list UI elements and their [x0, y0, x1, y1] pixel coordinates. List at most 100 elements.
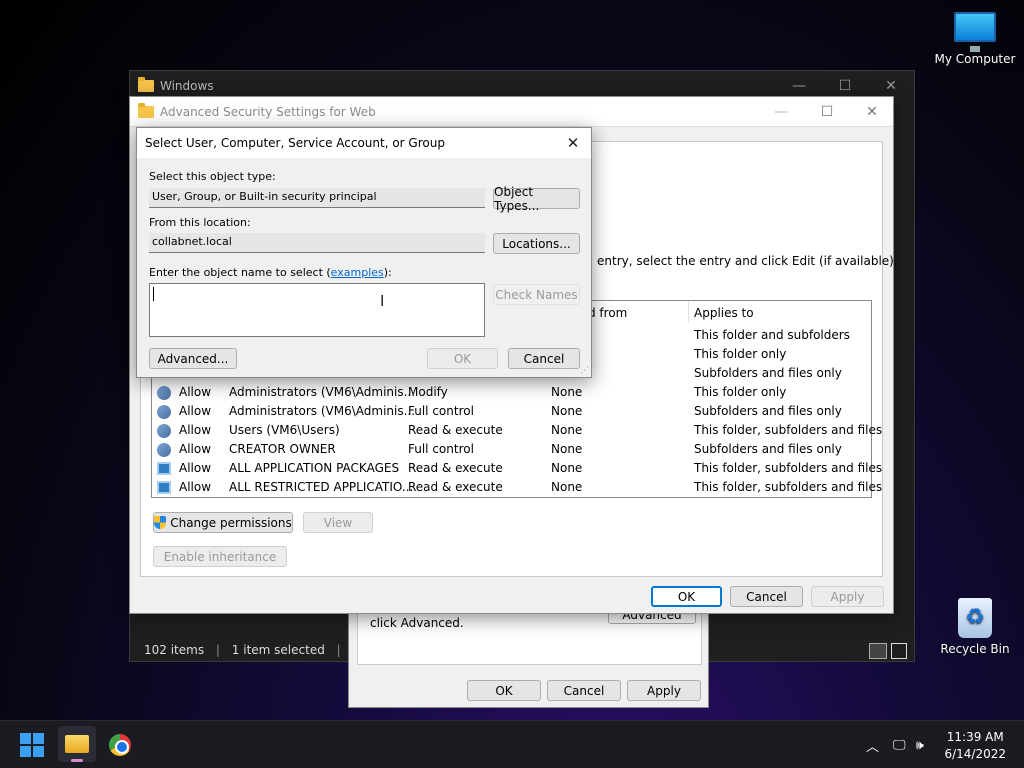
cell-access: Read & execute [408, 480, 503, 494]
properties-dialog: click Advanced. Advanced OK Cancel Apply [348, 604, 709, 708]
monitor-icon [954, 12, 996, 52]
details-view-icon[interactable] [869, 643, 887, 659]
cell-applies-to: This folder and subfolders [694, 328, 850, 342]
properties-advanced-text: click Advanced. [370, 616, 464, 630]
cell-inherited-from: None [551, 461, 583, 475]
user-group-icon [157, 386, 171, 400]
check-names-button[interactable]: Check Names [493, 284, 580, 305]
cell-type: Allow [179, 442, 212, 456]
table-row[interactable]: Allow ALL RESTRICTED APPLICATIO... Read … [152, 478, 882, 497]
text-caret [153, 287, 154, 301]
view-button[interactable]: View [303, 512, 373, 533]
select-dialog-titlebar[interactable]: Select User, Computer, Service Account, … [137, 128, 591, 158]
cell-inherited-from: None [551, 385, 583, 399]
clock-date: 6/14/2022 [944, 747, 1006, 761]
table-row[interactable]: Allow Administrators (VM6\Adminis... Mod… [152, 383, 871, 402]
cell-access: Modify [408, 385, 448, 399]
select-user-dialog: Select User, Computer, Service Account, … [136, 127, 592, 378]
tiles-view-icon[interactable] [891, 643, 907, 659]
cell-principal: CREATOR OWNER [229, 442, 336, 456]
desktop-icon-label: My Computer [934, 52, 1016, 66]
recycle-bin-icon: ♻ [958, 598, 992, 638]
close-button[interactable]: ✕ [555, 128, 591, 158]
location-label: From this location: [149, 216, 251, 229]
object-types-button[interactable]: Object Types... [493, 185, 580, 213]
cell-principal: Administrators (VM6\Adminis... [229, 404, 416, 418]
windows-logo-icon [20, 733, 44, 757]
folder-icon [65, 735, 89, 753]
cell-inherited-from: None [551, 404, 583, 418]
cell-inherited-from: None [551, 442, 583, 456]
taskbar-chrome[interactable] [104, 729, 136, 761]
status-item-count: 102 items [144, 643, 205, 657]
system-tray: ︿ 🖵 🕪 [866, 721, 924, 768]
cell-applies-to: This folder, subfolders and files [694, 480, 883, 494]
start-button[interactable] [16, 729, 48, 761]
change-permissions-button[interactable]: Change permissions [153, 512, 293, 533]
permissions-instruction: entry, select the entry and click Edit (… [597, 254, 898, 268]
examples-link[interactable]: examples [331, 266, 384, 279]
cell-inherited-from: None [551, 480, 583, 494]
object-type-label: Select this object type: [149, 170, 276, 183]
minimize-button[interactable]: — [758, 97, 804, 127]
table-row[interactable]: Allow Users (VM6\Users) Read & execute N… [152, 421, 882, 440]
properties-ok-button[interactable]: OK [467, 680, 541, 701]
cell-access: Full control [408, 404, 474, 418]
column-header-inherited-from[interactable]: d from [588, 306, 627, 320]
object-name-input[interactable]: I [149, 283, 485, 337]
advanced-security-title: Advanced Security Settings for Web [160, 104, 376, 119]
active-indicator [71, 759, 83, 762]
taskbar-file-explorer[interactable] [58, 726, 96, 762]
chevron-up-icon[interactable]: ︿ [866, 736, 879, 755]
enable-inheritance-button[interactable]: Enable inheritance [153, 546, 287, 567]
cell-type: Allow [179, 404, 212, 418]
select-advanced-button[interactable]: Advanced... [149, 348, 237, 369]
cell-applies-to: Subfolders and files only [694, 404, 842, 418]
explorer-title: Windows [160, 79, 214, 93]
cell-type: Allow [179, 385, 212, 399]
table-row[interactable]: Allow ALL APPLICATION PACKAGES Read & ex… [152, 459, 882, 478]
advanced-security-cancel-button[interactable]: Cancel [730, 586, 803, 607]
cell-type: Allow [179, 423, 212, 437]
taskbar-clock[interactable]: 11:39 AM 6/14/2022 [944, 729, 1006, 763]
advanced-security-ok-button[interactable]: OK [651, 586, 722, 607]
status-selected: 1 item selected [231, 643, 325, 657]
clock-time: 11:39 AM [946, 730, 1004, 744]
folder-icon [138, 102, 154, 118]
properties-cancel-button[interactable]: Cancel [547, 680, 621, 701]
table-row[interactable]: Allow Administrators (VM6\Adminis... Ful… [152, 402, 871, 421]
cell-principal: Users (VM6\Users) [229, 423, 340, 437]
locations-button[interactable]: Locations... [493, 233, 580, 254]
desktop-icon-my-computer[interactable]: My Computer [930, 12, 1020, 66]
volume-icon[interactable]: 🕪 [916, 738, 924, 753]
cell-principal: ALL RESTRICTED APPLICATIO... [229, 480, 414, 494]
cell-access: Read & execute [408, 461, 503, 475]
user-group-icon [157, 424, 171, 438]
network-icon[interactable]: 🖵 [893, 738, 906, 753]
desktop-icon-recycle-bin[interactable]: ♻ Recycle Bin [930, 598, 1020, 656]
object-type-field: User, Group, or Built-in security princi… [149, 188, 485, 208]
cell-access: Read & execute [408, 423, 503, 437]
maximize-button[interactable]: ☐ [804, 97, 850, 127]
package-icon [157, 481, 171, 494]
advanced-security-apply-button[interactable]: Apply [811, 586, 884, 607]
object-name-label-suffix: ): [383, 266, 392, 279]
cell-inherited-from: None [551, 423, 583, 437]
folder-icon [138, 77, 154, 92]
taskbar: ︿ 🖵 🕪 11:39 AM 6/14/2022 [0, 720, 1024, 768]
select-cancel-button[interactable]: Cancel [508, 348, 580, 369]
cell-applies-to: This folder only [694, 385, 787, 399]
object-name-label-prefix: Enter the object name to select ( [149, 266, 331, 279]
properties-apply-button[interactable]: Apply [627, 680, 701, 701]
user-group-icon [157, 443, 171, 457]
select-ok-button[interactable]: OK [427, 348, 498, 369]
cell-applies-to: This folder only [694, 347, 787, 361]
table-row[interactable]: Allow CREATOR OWNER Full control None Su… [152, 440, 871, 459]
desktop-icon-label: Recycle Bin [940, 642, 1010, 656]
chrome-icon [109, 734, 131, 756]
select-dialog-title: Select User, Computer, Service Account, … [145, 136, 445, 150]
column-header-applies-to[interactable]: Applies to [694, 306, 754, 320]
column-divider [688, 301, 689, 323]
resize-grip-icon[interactable]: ⋰ [580, 366, 589, 376]
close-button[interactable]: ✕ [849, 97, 895, 127]
